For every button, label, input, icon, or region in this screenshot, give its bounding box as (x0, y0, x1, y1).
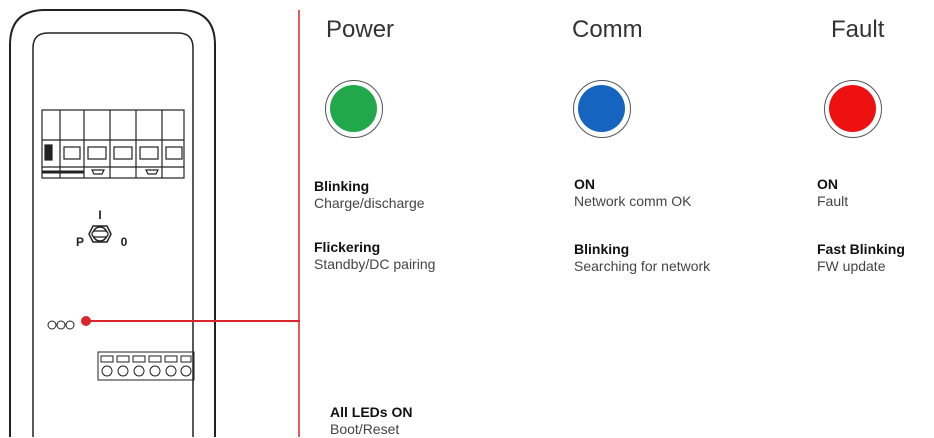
state-heading: ON (817, 176, 838, 192)
power-title: Power (326, 16, 395, 43)
state-desc: Boot/Reset (330, 421, 400, 437)
state-desc: FW update (817, 258, 886, 274)
fault-title: Fault (831, 16, 885, 43)
state-heading: All LEDs ON (330, 404, 413, 420)
state-heading: Flickering (314, 239, 381, 255)
all-leds-state: All LEDs ON Boot/Reset (330, 404, 412, 438)
switch-label-right: 0 (121, 235, 128, 249)
comm-state-2: Blinking Searching for network (574, 241, 710, 275)
state-desc: Fault (817, 193, 849, 209)
state-desc: Network comm OK (574, 193, 692, 209)
state-desc: Standby/DC pairing (314, 256, 436, 272)
state-heading: Fast Blinking (817, 241, 905, 257)
state-desc: Charge/discharge (314, 195, 425, 211)
comm-led-fill (578, 85, 625, 132)
state-heading: Blinking (314, 178, 370, 194)
comm-state-1: ON Network comm OK (574, 176, 691, 210)
power-state-1: Blinking Charge/discharge (314, 178, 425, 212)
device-illustration: I P 0 (9, 9, 300, 437)
comm-led (573, 80, 631, 138)
fault-state-1: ON Fault (817, 176, 848, 210)
power-led (325, 80, 383, 138)
state-heading: Blinking (574, 241, 630, 257)
state-desc: Searching for network (574, 258, 711, 274)
led-callout-line (81, 316, 300, 326)
breaker-block (41, 109, 185, 179)
fault-led (824, 80, 882, 138)
switch-label-top: I (98, 208, 101, 222)
terminal-block (97, 351, 195, 381)
power-state-2: Flickering Standby/DC pairing (314, 239, 435, 273)
switch-label-left: P (76, 235, 84, 249)
led-indicators (47, 320, 75, 330)
power-led-fill (330, 85, 377, 132)
comm-title: Comm (572, 16, 643, 43)
fault-led-fill (829, 85, 876, 132)
state-heading: ON (574, 176, 595, 192)
rotary-switch: I P 0 (76, 208, 128, 249)
fault-state-2: Fast Blinking FW update (817, 241, 905, 275)
